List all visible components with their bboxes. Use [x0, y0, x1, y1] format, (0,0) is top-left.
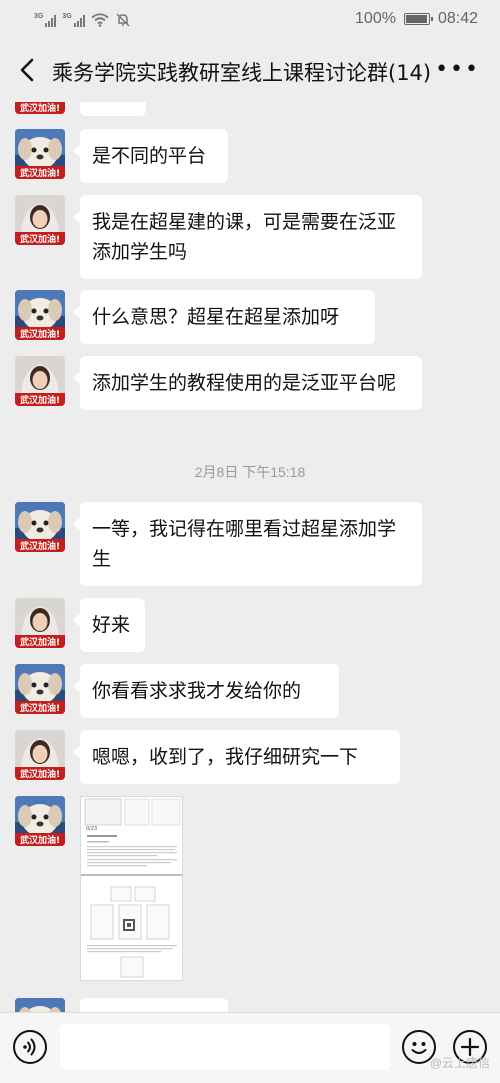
avatar-badge: 武汉加油!	[20, 328, 60, 340]
avatar[interactable]: 武汉加油!	[15, 598, 65, 648]
image-message[interactable]: 0/23	[80, 796, 183, 981]
avatar-badge: 武汉加油!	[20, 702, 60, 714]
message-bubble[interactable]: 嗯嗯，收到了，我仔细研究一下	[73, 730, 400, 784]
image-page-label: 0/23	[86, 826, 97, 832]
message-input[interactable]	[60, 1024, 390, 1070]
signal-icon: 3G	[62, 13, 85, 27]
avatar[interactable]: 武汉加油!	[15, 796, 65, 846]
message-bubble-partial[interactable]	[80, 998, 228, 1012]
battery-icon	[403, 13, 433, 25]
chevron-left-icon[interactable]	[14, 54, 42, 86]
avatar[interactable]: 武汉加油!	[15, 502, 65, 552]
message-bubble[interactable]: 一等，我记得在哪里看过超星添加学生	[73, 502, 422, 586]
avatar[interactable]: 武汉加油!	[15, 356, 65, 406]
chat-title: 乘务学院实践教研室线上课程讨论群(14)	[52, 61, 432, 85]
avatar-badge: 武汉加油!	[20, 233, 60, 245]
more-icon[interactable]: •••	[435, 57, 480, 82]
message-bubble[interactable]: 我是在超星建的课，可是需要在泛亚添加学生吗	[73, 195, 422, 279]
avatar-badge: 武汉加油!	[20, 540, 60, 552]
mute-icon	[116, 13, 130, 27]
avatar-badge: 武汉加油!	[20, 768, 60, 780]
chat-header: 乘务学院实践教研室线上课程讨论群(14) •••	[0, 40, 500, 102]
avatar[interactable]: 武汉加油!	[15, 195, 65, 245]
message-bubble[interactable]: 添加学生的教程使用的是泛亚平台呢	[73, 356, 422, 410]
avatar[interactable]: 武汉加油!	[15, 730, 65, 780]
message-bubble-partial[interactable]	[73, 102, 146, 116]
avatar-badge: 武汉加油!	[20, 102, 60, 114]
chat-messages[interactable]: 武汉加油! 武汉加油! 是不同的平台 武汉加油! 我是在超星建的课，可是需要在泛亚添加…	[0, 102, 500, 1012]
message-bubble[interactable]: 是不同的平台	[73, 129, 228, 183]
avatar[interactable]: 武汉加油!	[15, 290, 65, 340]
avatar-badge: 武汉加油!	[20, 636, 60, 648]
message-bubble[interactable]: 你看看求求我才发给你的	[73, 664, 339, 718]
avatar[interactable]: 武汉加油!	[15, 998, 65, 1012]
message-bubble[interactable]: 什么意思？超星在超星添加呀	[73, 290, 375, 344]
avatar-badge: 武汉加油!	[20, 834, 60, 846]
avatar[interactable]: 武汉加油!	[15, 129, 65, 179]
signal-icon: 3G	[34, 13, 57, 27]
watermark: @云上唐信	[429, 1056, 490, 1070]
battery-percentage: 100%	[355, 10, 396, 27]
status-bar: 3G 3G 100% 08:42	[0, 0, 500, 40]
timestamp: 2月8日 下午15:18	[194, 464, 306, 480]
avatar[interactable]: 武汉加油!	[15, 664, 65, 714]
message-bubble[interactable]: 好来	[73, 598, 145, 652]
input-bar	[0, 1012, 500, 1083]
avatar-badge: 武汉加油!	[20, 167, 60, 179]
avatar[interactable]: 武汉加油!	[15, 102, 65, 114]
avatar-badge: 武汉加油!	[20, 394, 60, 406]
clock: 08:42	[437, 10, 478, 27]
wifi-icon	[91, 13, 109, 27]
voice-icon[interactable]	[13, 1030, 47, 1064]
